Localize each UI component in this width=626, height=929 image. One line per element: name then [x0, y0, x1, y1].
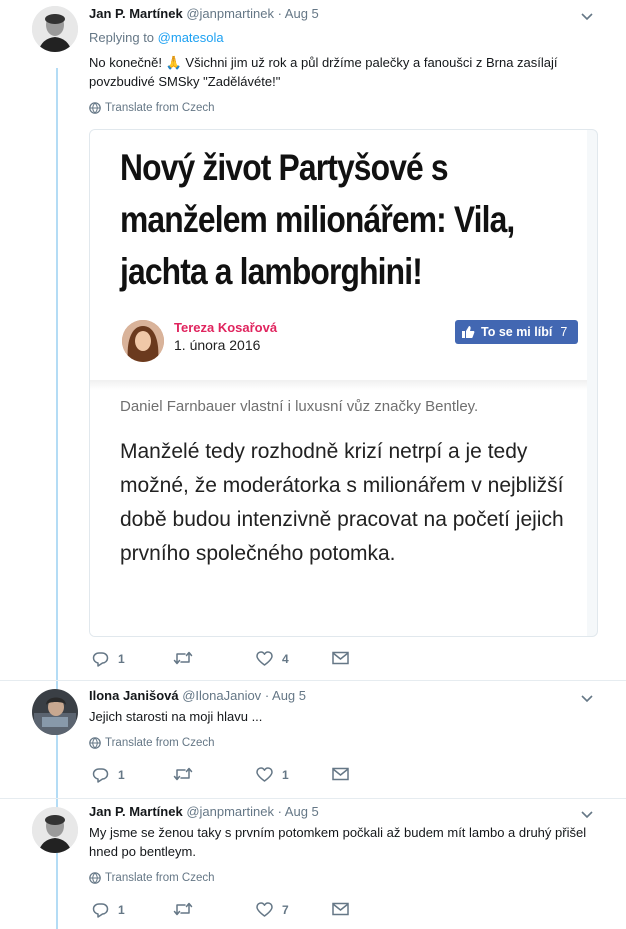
like-label: To se mi líbí	[481, 325, 553, 339]
direct-message-action[interactable]	[332, 767, 349, 781]
headline-line: manželem milionářem: Vila,	[120, 199, 515, 240]
tweet-text: No konečně! 🙏 Všichni jim už rok a půl d…	[89, 55, 558, 89]
tweet: Jan P. Martínek @janpmartinek · Aug 5 Re…	[0, 0, 626, 680]
avatar[interactable]	[32, 807, 78, 853]
globe-icon	[89, 102, 101, 114]
tweet-date[interactable]: · Aug 5	[265, 688, 306, 703]
tweet-actions: 1 1	[89, 767, 389, 787]
reply-action[interactable]: 1	[92, 767, 125, 783]
section-divider	[90, 380, 587, 390]
replying-to: Replying to @matesola	[89, 30, 224, 45]
tweet-actions: 1 4	[89, 651, 389, 671]
translate-label: Translate from Czech	[105, 737, 215, 749]
tweet: Jan P. Martínek @janpmartinek · Aug 5 My…	[0, 799, 626, 929]
tweet-date[interactable]: · Aug 5	[278, 804, 319, 819]
user-handle[interactable]: @janpmartinek	[186, 6, 274, 21]
direct-message-action[interactable]	[332, 902, 349, 916]
globe-icon	[89, 737, 101, 749]
reply-icon	[92, 903, 109, 918]
article-screenshot: Nový život Partyšové s manželem milionář…	[90, 130, 587, 636]
like-count: 1	[282, 767, 289, 782]
direct-message-action[interactable]	[332, 651, 349, 665]
reply-count: 1	[118, 652, 125, 666]
tweet-actions: 1 7	[89, 902, 389, 922]
retweet-action[interactable]	[173, 767, 202, 781]
replying-prefix: Replying to	[89, 30, 155, 45]
retweet-icon	[173, 651, 193, 665]
user-name[interactable]: Jan P. Martínek	[89, 6, 183, 21]
author-photo	[122, 320, 164, 362]
like-action[interactable]: 7	[256, 902, 289, 917]
globe-icon	[89, 872, 101, 884]
retweet-icon	[173, 902, 193, 916]
like-action[interactable]: 1	[256, 767, 289, 782]
envelope-icon	[332, 902, 349, 916]
chevron-down-icon[interactable]	[580, 694, 594, 704]
envelope-icon	[332, 651, 349, 665]
heart-icon	[256, 767, 273, 782]
user-name[interactable]: Jan P. Martínek	[89, 804, 183, 819]
media-card[interactable]: Nový život Partyšové s manželem milionář…	[89, 129, 598, 637]
like-count: 7	[282, 902, 289, 917]
heart-icon	[256, 902, 273, 917]
reply-icon	[92, 768, 109, 783]
article-headline: Nový život Partyšové s manželem milionář…	[120, 142, 516, 298]
tweet: Ilona Janišová @IlonaJaniov · Aug 5 Jeji…	[0, 681, 626, 798]
retweet-icon	[173, 767, 193, 781]
avatar[interactable]	[32, 689, 78, 735]
avatar[interactable]	[32, 6, 78, 52]
headline-line: jachta a lamborghini!	[120, 251, 423, 292]
tweet-text: Jejich starosti na moji hlavu ...	[89, 709, 263, 724]
tweet-header: Ilona Janišová @IlonaJaniov · Aug 5	[89, 687, 306, 705]
heart-icon	[256, 651, 273, 666]
author-name: Tereza Kosařová	[174, 320, 278, 335]
reply-count: 1	[118, 768, 125, 782]
like-count: 4	[282, 651, 289, 666]
chevron-down-icon[interactable]	[580, 12, 594, 22]
retweet-action[interactable]	[173, 651, 202, 665]
facebook-like-button: To se mi líbí 7	[455, 320, 578, 344]
translate-link[interactable]: Translate from Czech	[89, 102, 215, 114]
user-name[interactable]: Ilona Janišová	[89, 688, 179, 703]
translate-link[interactable]: Translate from Czech	[89, 872, 215, 884]
avatar-image	[32, 6, 78, 52]
avatar-image	[32, 689, 78, 735]
tweet-header: Jan P. Martínek @janpmartinek · Aug 5	[89, 803, 319, 821]
translate-link[interactable]: Translate from Czech	[89, 737, 215, 749]
reply-icon	[92, 652, 109, 667]
chevron-down-icon[interactable]	[580, 810, 594, 820]
tweet-text: My jsme se ženou taky s prvním potomkem …	[89, 825, 587, 859]
like-count: 7	[560, 325, 568, 339]
reply-action[interactable]: 1	[92, 651, 125, 667]
tweet-date[interactable]: · Aug 5	[278, 6, 319, 21]
reply-action[interactable]: 1	[92, 902, 125, 918]
envelope-icon	[332, 767, 349, 781]
reply-count: 1	[118, 903, 125, 917]
user-handle[interactable]: @IlonaJaniov	[182, 688, 261, 703]
author-photo-image	[122, 320, 164, 362]
retweet-action[interactable]	[173, 902, 202, 916]
headline-line: Nový život Partyšové s	[120, 147, 449, 188]
user-handle[interactable]: @janpmartinek	[186, 804, 274, 819]
avatar-image	[32, 807, 78, 853]
translate-label: Translate from Czech	[105, 102, 215, 114]
article-date: 1. února 2016	[174, 337, 261, 353]
replying-handle-link[interactable]: @matesola	[158, 30, 224, 45]
tweet-header: Jan P. Martínek @janpmartinek · Aug 5	[89, 5, 319, 23]
thumbs-up-icon	[462, 326, 475, 338]
translate-label: Translate from Czech	[105, 872, 215, 884]
like-action[interactable]: 4	[256, 651, 289, 666]
article-body: Manželé tedy rozhodně krizí netrpí a je …	[120, 440, 564, 565]
image-caption: Daniel Farnbauer vlastní i luxusní vůz z…	[120, 398, 479, 415]
